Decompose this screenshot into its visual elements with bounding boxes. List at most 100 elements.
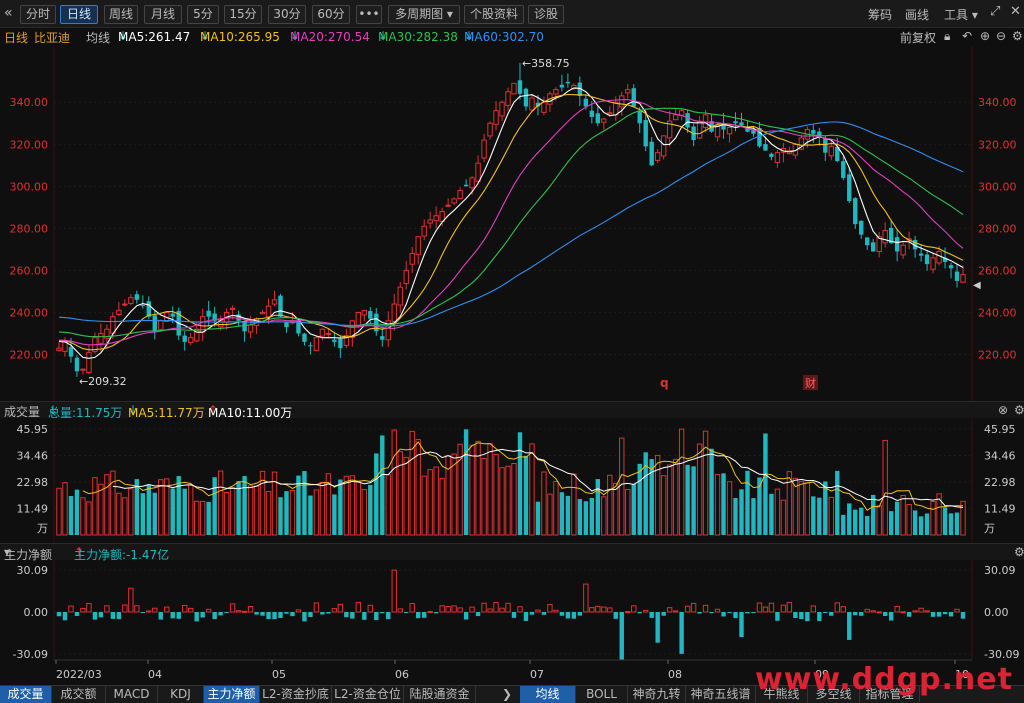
settings-icon[interactable]: ⚙	[1012, 29, 1023, 43]
candle-body-105	[685, 113, 690, 128]
vol-bar-100	[654, 454, 661, 536]
volume-title[interactable]: 成交量	[4, 403, 40, 420]
candle-body-38	[284, 321, 289, 328]
candle-body-113	[733, 121, 738, 124]
flow-bar-50	[355, 601, 362, 613]
flow-bar-20	[176, 612, 181, 619]
period-button-0[interactable]: 分时	[20, 5, 56, 24]
zoom-out-icon[interactable]: ⊖	[996, 29, 1006, 43]
vol-bar-82	[547, 493, 553, 536]
flow-bar-150	[954, 608, 960, 613]
overlay-tab-1[interactable]: BOLL	[576, 686, 628, 703]
price-tick-left-2: 300.00	[10, 180, 49, 193]
candle-body-57	[397, 286, 403, 306]
price-tick-right-5: 240.00	[978, 306, 1017, 319]
candle-body-63	[433, 215, 439, 222]
flow-bar-134	[859, 612, 864, 616]
flow-title[interactable]: 主力净额 ▾	[4, 545, 52, 562]
lock-icon[interactable]: 🔒︎	[944, 29, 950, 44]
period-button-1[interactable]: 日线	[60, 5, 98, 24]
period-button-8[interactable]: •••	[356, 5, 382, 24]
candle-body-71	[481, 139, 487, 159]
volume-chart[interactable]: 45.95 45.95 34.46 34.46 22.98 22.98 11.49 11.49…	[0, 419, 1024, 543]
vol-bar-87	[577, 499, 583, 535]
candle-body-47	[338, 338, 343, 349]
candle-body-16	[152, 315, 157, 332]
flow-bar-109	[709, 612, 714, 614]
vol-bar-105	[685, 464, 690, 535]
vol-bar-134	[859, 507, 864, 535]
vol-bar-150	[954, 512, 960, 535]
candle-body-35	[265, 305, 272, 318]
vol-bar-65	[445, 455, 451, 536]
period-button-7[interactable]: 60分	[312, 5, 350, 24]
flow-tick-left-0: 30.09	[17, 564, 49, 577]
undo-icon[interactable]: ↶	[962, 29, 972, 43]
indicator-tab-4[interactable]: 主力净额	[204, 686, 260, 703]
candle-body-66	[451, 198, 457, 204]
close-icon[interactable]: ✕	[1010, 4, 1021, 19]
multi-period-dropdown[interactable]: 多周期图 ▾	[388, 5, 460, 24]
draw-line-button[interactable]: 画线	[905, 6, 929, 23]
chips-button[interactable]: 筹码	[868, 6, 892, 23]
candle-body-42	[308, 345, 313, 347]
candle-body-52	[368, 311, 373, 319]
candlestick-chart[interactable]: 340.00 340.00 320.00 320.00 300.00 300.00 280.…	[0, 46, 1024, 401]
period-button-2[interactable]: 周线	[104, 5, 138, 24]
price-tick-left-3: 280.00	[10, 222, 49, 235]
overlay-tab-3[interactable]: 神奇五线谱	[686, 686, 756, 703]
candle-body-13	[134, 294, 140, 300]
period-button-3[interactable]: 月线	[144, 5, 182, 24]
indicator-tab-5[interactable]: L2-资金抄底	[260, 686, 332, 703]
vol-bar-140	[894, 501, 900, 535]
vol-bar-0	[56, 487, 62, 536]
flow-bar-58	[404, 612, 409, 614]
flow-bar-100	[655, 612, 660, 643]
candle-body-96	[631, 88, 636, 107]
volume-settings-icon[interactable]: ⚙	[1014, 403, 1024, 417]
flow-bar-132	[847, 612, 852, 640]
vol-bar-78	[523, 455, 529, 535]
price-tick-left-4: 260.00	[10, 264, 49, 277]
vol-bar-39	[289, 490, 296, 536]
candle-body-73	[493, 110, 499, 125]
flow-bar-35	[266, 612, 271, 620]
indicator-tab-0[interactable]: 成交量	[0, 686, 52, 703]
overlay-tab-0[interactable]: 均线	[520, 686, 576, 703]
tabs-next-icon[interactable]: ❯	[498, 686, 516, 703]
candle-body-91	[601, 118, 607, 123]
period-button-6[interactable]: 30分	[268, 5, 306, 24]
vol-bar-29	[229, 486, 236, 536]
stock-info-button[interactable]: 个股资料	[464, 5, 524, 24]
indicator-tab-2[interactable]: MACD	[106, 686, 158, 703]
cai-marker: 财	[805, 376, 816, 390]
period-button-4[interactable]: 5分	[187, 5, 219, 24]
flow-bar-110	[714, 608, 721, 613]
back-chevron-icon[interactable]: «	[4, 5, 13, 21]
indicator-tab-7[interactable]: 陆股通资金	[404, 686, 476, 703]
candle-body-134	[859, 220, 864, 235]
flow-bar-19	[170, 612, 175, 619]
candle-body-45	[325, 332, 332, 335]
zoom-in-icon[interactable]: ⊕	[980, 29, 990, 43]
adjust-label[interactable]: 前复权	[900, 29, 936, 46]
watermark-text: www.ddgp.net	[755, 662, 1013, 697]
indicator-tab-1[interactable]: 成交额	[52, 686, 106, 703]
vol-bar-25	[206, 501, 211, 535]
period-button-5[interactable]: 15分	[224, 5, 262, 24]
indicator-tab-6[interactable]: L2-资金仓位	[332, 686, 404, 703]
volume-close-icon[interactable]: ⊗	[998, 403, 1008, 417]
vol-bar-60	[415, 439, 421, 536]
flow-bar-117	[756, 602, 763, 613]
ma-label[interactable]: 均线	[86, 29, 110, 46]
candle-body-59	[409, 253, 415, 265]
expand-icon[interactable]: ⤢	[990, 4, 1000, 19]
candle-body-29	[229, 307, 236, 310]
tools-dropdown[interactable]: 工具 ▾	[944, 6, 978, 23]
flow-settings-icon[interactable]: ⚙	[1014, 545, 1024, 559]
indicator-tab-3[interactable]: KDJ	[158, 686, 204, 703]
candle-body-138	[882, 229, 888, 244]
candle-body-97	[637, 110, 642, 124]
diagnose-button[interactable]: 诊股	[528, 5, 564, 24]
overlay-tab-2[interactable]: 神奇九转	[628, 686, 686, 703]
